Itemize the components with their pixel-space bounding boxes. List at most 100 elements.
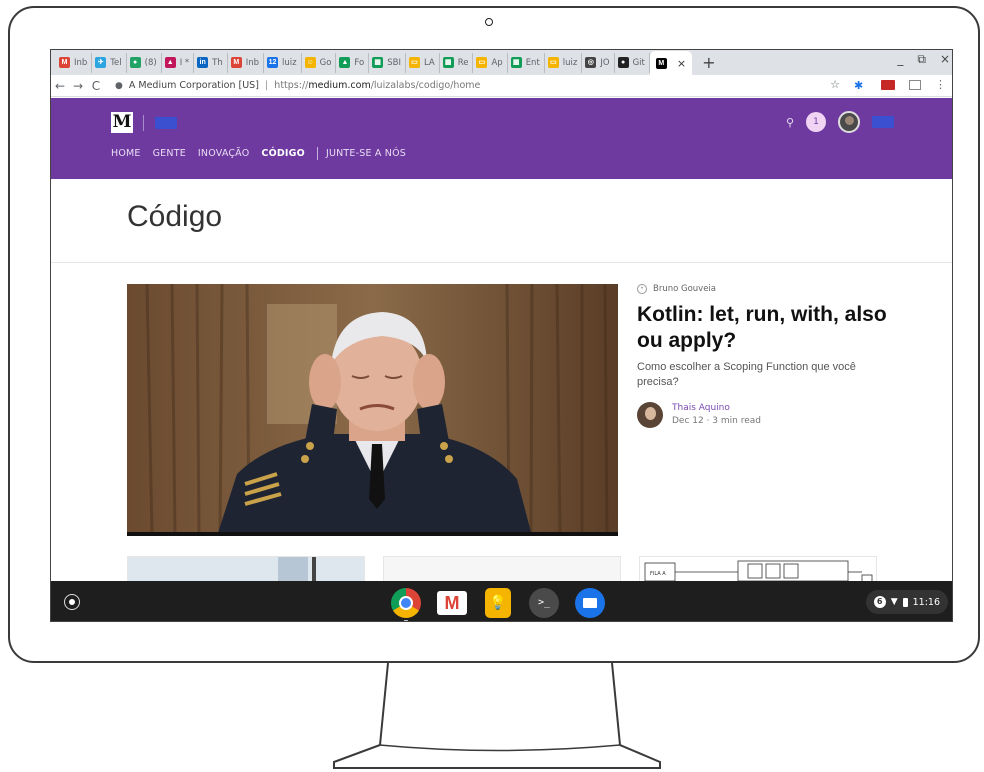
new-tab-button[interactable]: + xyxy=(702,53,715,72)
tab-favicon-icon: M xyxy=(230,57,242,68)
browser-tab[interactable]: ● Git xyxy=(615,52,650,73)
browser-tab[interactable]: ▦ Ent xyxy=(508,52,545,73)
terminal-app-icon[interactable]: >_ xyxy=(529,588,559,618)
page-title: Código xyxy=(127,200,223,233)
tab-label: Fo xyxy=(354,57,365,68)
files-app-icon[interactable] xyxy=(575,588,605,618)
publication-logo-small[interactable] xyxy=(872,116,894,128)
tab-label: Go xyxy=(319,57,332,68)
site-identity[interactable]: A Medium Corporation [US] xyxy=(129,80,259,91)
tab-favicon-icon: ▲ xyxy=(164,57,176,68)
browser-menu-icon[interactable]: ⋮ xyxy=(935,78,946,91)
browser-tab[interactable]: ▲ Fo xyxy=(336,52,370,73)
url-field[interactable]: https://medium.com/luizalabs/codigo/home xyxy=(274,80,480,91)
gmail-app-icon[interactable]: M xyxy=(437,591,467,615)
tab-favicon-icon: ▭ xyxy=(408,57,420,68)
address-bar-actions: ☆ ✱ ⋮ xyxy=(830,78,946,92)
nav-gente[interactable]: GENTE xyxy=(153,148,186,159)
medium-header: M HOME GENTE INOVAÇÃO CÓDIGO JUNTE-SE A … xyxy=(51,98,952,179)
back-button[interactable]: ← xyxy=(51,79,69,93)
extension-icon-3[interactable] xyxy=(909,79,921,90)
tab-favicon-icon: ▦ xyxy=(442,57,454,68)
author-avatar[interactable] xyxy=(637,402,663,428)
browser-tab[interactable]: 12 luiz xyxy=(264,52,302,73)
tab-label: (8) xyxy=(144,57,157,68)
publication-logo[interactable] xyxy=(155,117,177,129)
browser-tab[interactable]: ◎ JO xyxy=(582,52,615,73)
browser-tab[interactable]: in Th xyxy=(194,52,228,73)
launcher-button[interactable] xyxy=(64,594,80,610)
browser-tab-strip: M Inb ✈ Tel ● (8) ▲ I * in Th M Inb 12 luiz ☺ Go ▲ Fo ▦ SB… xyxy=(51,50,952,75)
extension-icon-2[interactable] xyxy=(881,79,895,90)
publication-icon: • xyxy=(637,284,647,294)
shelf-apps: M 💡 >_ xyxy=(391,588,605,621)
header-divider xyxy=(143,115,144,131)
window-controls: _ ⧉ × xyxy=(897,52,950,67)
tab-label: LA xyxy=(423,57,435,68)
tab-label: SBI xyxy=(387,57,401,68)
tab-label: Git xyxy=(632,57,645,68)
search-icon[interactable]: ⚲ xyxy=(786,116,794,129)
browser-tab-active[interactable]: M × xyxy=(649,51,693,75)
browser-tab[interactable]: ▦ SBI xyxy=(369,52,406,73)
tab-label: Ent xyxy=(525,57,540,68)
forward-button[interactable]: → xyxy=(69,79,87,93)
battery-icon xyxy=(902,597,908,607)
system-tray[interactable]: 6 ▼ 11:16 xyxy=(865,590,948,614)
url-separator: | xyxy=(264,80,269,91)
nav-inovacao[interactable]: INOVAÇÃO xyxy=(198,148,249,159)
tab-label: luiz xyxy=(282,57,297,68)
publication-name: Bruno Gouveia xyxy=(653,284,717,294)
browser-tab[interactable]: ● (8) xyxy=(127,52,162,73)
nav-codigo[interactable]: CÓDIGO xyxy=(261,148,305,159)
close-window-button[interactable]: × xyxy=(940,52,950,67)
medium-favicon-icon: M xyxy=(655,57,667,69)
keep-app-icon[interactable]: 💡 xyxy=(485,588,511,618)
reload-button[interactable]: C xyxy=(87,79,105,93)
extension-icon-1[interactable]: ✱ xyxy=(854,79,867,92)
user-avatar[interactable] xyxy=(838,111,860,133)
tab-label: JO xyxy=(600,57,610,68)
browser-tab[interactable]: ✈ Tel xyxy=(92,52,127,73)
tab-label: Ap xyxy=(491,57,503,68)
tab-favicon-icon: ▦ xyxy=(510,57,522,68)
medium-logo[interactable]: M xyxy=(111,112,133,133)
clock: 11:16 xyxy=(912,596,940,608)
browser-tab[interactable]: ▭ Ap xyxy=(473,52,508,73)
notification-badge[interactable]: 1 xyxy=(806,112,826,132)
tab-favicon-icon: ▦ xyxy=(372,57,384,68)
bookmark-star-icon[interactable]: ☆ xyxy=(830,78,840,91)
minimize-button[interactable]: _ xyxy=(897,52,903,67)
tab-favicon-icon: ▲ xyxy=(339,57,351,68)
browser-tab[interactable]: ▭ LA xyxy=(406,52,440,73)
browser-tab[interactable]: ▭ luiz xyxy=(545,52,583,73)
tab-close-icon[interactable]: × xyxy=(677,57,686,70)
tab-favicon-icon: M xyxy=(59,57,70,68)
tab-favicon-icon: in xyxy=(197,57,209,68)
article-byline: Thais Aquino Dec 12 · 3 min read xyxy=(637,402,897,428)
nav-join[interactable]: JUNTE-SE A NÓS xyxy=(326,148,406,159)
tab-favicon-icon: ● xyxy=(617,57,629,68)
browser-tab[interactable]: M Inb xyxy=(228,52,265,73)
card-3-label: FILA A xyxy=(650,571,666,577)
article-publication[interactable]: • Bruno Gouveia xyxy=(637,284,897,294)
nav-divider xyxy=(316,147,318,160)
article-meta: Dec 12 · 3 min read xyxy=(672,416,761,426)
tab-label: luiz xyxy=(562,57,578,68)
address-bar: ← → C ● A Medium Corporation [US] | http… xyxy=(51,75,952,97)
tab-favicon-icon: ▭ xyxy=(476,57,488,68)
nav-home[interactable]: HOME xyxy=(111,148,141,159)
article-title[interactable]: Kotlin: let, run, with, also ou apply? xyxy=(637,302,897,354)
tab-label: Th xyxy=(212,57,223,68)
browser-tab[interactable]: ▲ I * xyxy=(162,52,195,73)
browser-tab[interactable]: ▦ Re xyxy=(440,52,474,73)
author-name[interactable]: Thais Aquino xyxy=(672,402,761,415)
chrome-app-icon[interactable] xyxy=(391,588,421,621)
maximize-button[interactable]: ⧉ xyxy=(917,52,926,67)
article-subtitle[interactable]: Como escolher a Scoping Function que voc… xyxy=(637,360,897,390)
browser-tab[interactable]: ☺ Go xyxy=(302,52,337,73)
section-divider xyxy=(51,262,952,263)
browser-tab[interactable]: M Inb xyxy=(56,52,93,73)
tab-label: Inb xyxy=(74,57,88,68)
article-hero-image[interactable] xyxy=(127,284,618,536)
